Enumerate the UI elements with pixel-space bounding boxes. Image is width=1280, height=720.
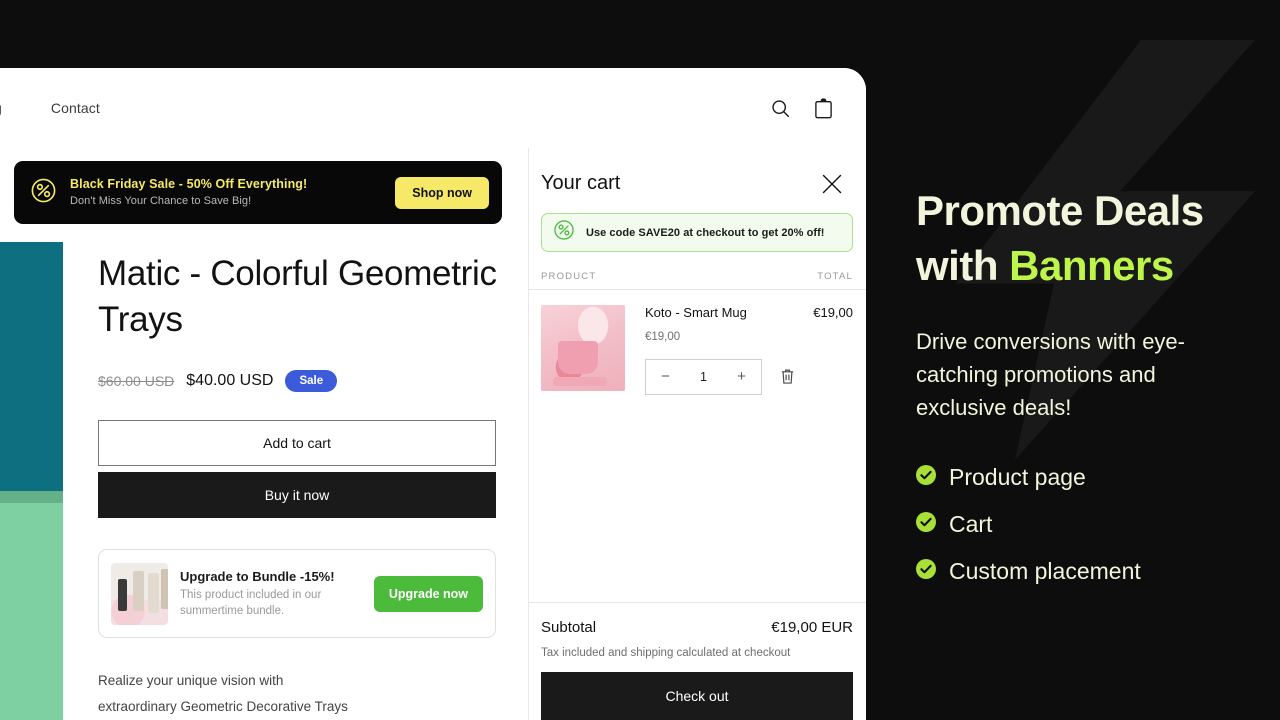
marketing-feature-list: Product page Cart Custom placement: [916, 464, 1280, 585]
feature-label: Product page: [949, 464, 1086, 491]
cart-line-item: Koto - Smart Mug €19,00 €19,00 − 1 +: [529, 290, 866, 395]
bundle-product-image: [111, 562, 168, 625]
list-item: Cart: [916, 511, 1280, 538]
marketing-body-text: Drive conversions with eye-catching prom…: [916, 329, 1185, 421]
gallery-image-teal[interactable]: [0, 242, 63, 491]
price-compare-at: $60.00 USD: [98, 373, 175, 389]
cart-promo-text: Use code SAVE20 at checkout to get 20% o…: [586, 226, 825, 239]
marketing-heading-plain: with: [916, 241, 1010, 289]
gallery-divider: [0, 491, 63, 503]
marketing-heading: Promote Deals with Banners: [916, 184, 1280, 293]
feature-label: Cart: [949, 511, 993, 538]
column-header-total: TOTAL: [817, 271, 853, 282]
percent-circle-icon: [30, 177, 57, 209]
list-item: Custom placement: [916, 558, 1280, 585]
site-header: g Contact: [0, 68, 866, 148]
promo-banner-text: Black Friday Sale - 50% Off Everything! …: [70, 177, 395, 208]
marketing-panel: Promote Deals with Banners Drive convers…: [916, 0, 1280, 720]
cart-title: Your cart: [541, 172, 621, 194]
screenshot-root: g Contact: [0, 0, 1280, 720]
tax-note: Tax included and shipping calculated at …: [541, 647, 791, 659]
line-item-body: Koto - Smart Mug €19,00 €19,00 − 1 +: [625, 305, 853, 395]
add-to-cart-button[interactable]: Add to cart: [98, 420, 496, 466]
header-actions: [770, 97, 834, 119]
close-icon[interactable]: [820, 172, 844, 196]
checkout-button[interactable]: Check out: [541, 672, 853, 720]
list-item: Product page: [916, 464, 1280, 491]
product-pane: Black Friday Sale - 50% Off Everything! …: [0, 148, 528, 720]
column-header-product: PRODUCT: [541, 271, 597, 282]
check-circle-icon: [916, 464, 936, 491]
check-circle-icon: [916, 511, 936, 538]
quantity-stepper[interactable]: − 1 +: [645, 358, 762, 395]
price-current: $40.00 USD: [186, 372, 274, 389]
line-item-top-row: Koto - Smart Mug €19,00: [645, 305, 853, 321]
marketing-heading-line2: with Banners: [916, 239, 1280, 294]
product-promo-banner[interactable]: Black Friday Sale - 50% Off Everything! …: [14, 161, 502, 224]
primary-nav: g Contact: [0, 100, 100, 116]
line-item-title[interactable]: Koto - Smart Mug: [645, 305, 747, 321]
promo-banner-title: Black Friday Sale - 50% Off Everything!: [70, 177, 308, 192]
bundle-subtitle-line1: This product included in our: [180, 588, 322, 601]
line-item-unit-price: €19,00: [645, 330, 681, 343]
cart-drawer: Your cart Use code SAVE20 at checkout to…: [528, 148, 866, 720]
product-description: Realize your unique vision with extraord…: [98, 668, 498, 719]
description-line-1: Realize your unique vision with: [98, 673, 284, 688]
line-item-total: €19,00: [813, 305, 853, 320]
cart-icon[interactable]: [813, 97, 834, 119]
trash-icon[interactable]: [780, 368, 795, 385]
bundle-text: Upgrade to Bundle -15%! This product inc…: [168, 569, 374, 618]
subtotal-row: Subtotal €19,00 EUR: [541, 619, 853, 636]
cart-promo-banner[interactable]: Use code SAVE20 at checkout to get 20% o…: [541, 213, 853, 252]
upgrade-now-button[interactable]: Upgrade now: [373, 575, 483, 612]
cart-header: Your cart: [529, 148, 866, 196]
bundle-subtitle-line2: summertime bundle.: [180, 604, 285, 617]
quantity-decrease-button[interactable]: −: [646, 360, 685, 394]
nav-link-truncated[interactable]: g: [0, 100, 2, 116]
subtotal-value: €19,00 EUR: [771, 619, 853, 636]
description-line-2: extraordinary Geometric Decorative Trays: [98, 698, 348, 714]
quantity-increase-button[interactable]: +: [722, 360, 761, 394]
product-details: Matic - Colorful Geometric Trays $60.00 …: [98, 251, 508, 720]
buy-it-now-button[interactable]: Buy it now: [98, 472, 496, 518]
feature-label: Custom placement: [949, 558, 1141, 585]
marketing-heading-line1: Promote Deals: [916, 187, 1204, 234]
product-title: Matic - Colorful Geometric Trays: [98, 254, 497, 339]
cart-footer: Subtotal €19,00 EUR Tax included and shi…: [529, 602, 866, 720]
browser-window: g Contact: [0, 68, 866, 720]
bundle-upsell-card[interactable]: Upgrade to Bundle -15%! This product inc…: [98, 549, 496, 638]
cart-column-headers: PRODUCT TOTAL: [529, 252, 866, 290]
bundle-title: Upgrade to Bundle -15%!: [180, 569, 335, 585]
subtotal-label: Subtotal: [541, 619, 597, 636]
search-icon[interactable]: [770, 98, 791, 119]
sale-badge: Sale: [285, 370, 338, 392]
line-item-image[interactable]: [541, 305, 625, 391]
quantity-row: − 1 +: [645, 358, 853, 395]
percent-circle-icon: [553, 219, 575, 246]
gallery-image-mint[interactable]: [0, 503, 63, 720]
quantity-value: 1: [700, 369, 707, 384]
nav-link-contact[interactable]: Contact: [51, 100, 100, 116]
promo-banner-subtitle: Don't Miss Your Chance to Save Big!: [70, 194, 252, 207]
shop-now-button[interactable]: Shop now: [395, 176, 489, 209]
price-row: $60.00 USD $40.00 USD Sale: [98, 370, 508, 392]
product-gallery-strip[interactable]: [0, 242, 63, 720]
marketing-heading-highlight: Banners: [1009, 241, 1174, 289]
check-circle-icon: [916, 558, 936, 585]
page-body: Black Friday Sale - 50% Off Everything! …: [0, 148, 866, 720]
